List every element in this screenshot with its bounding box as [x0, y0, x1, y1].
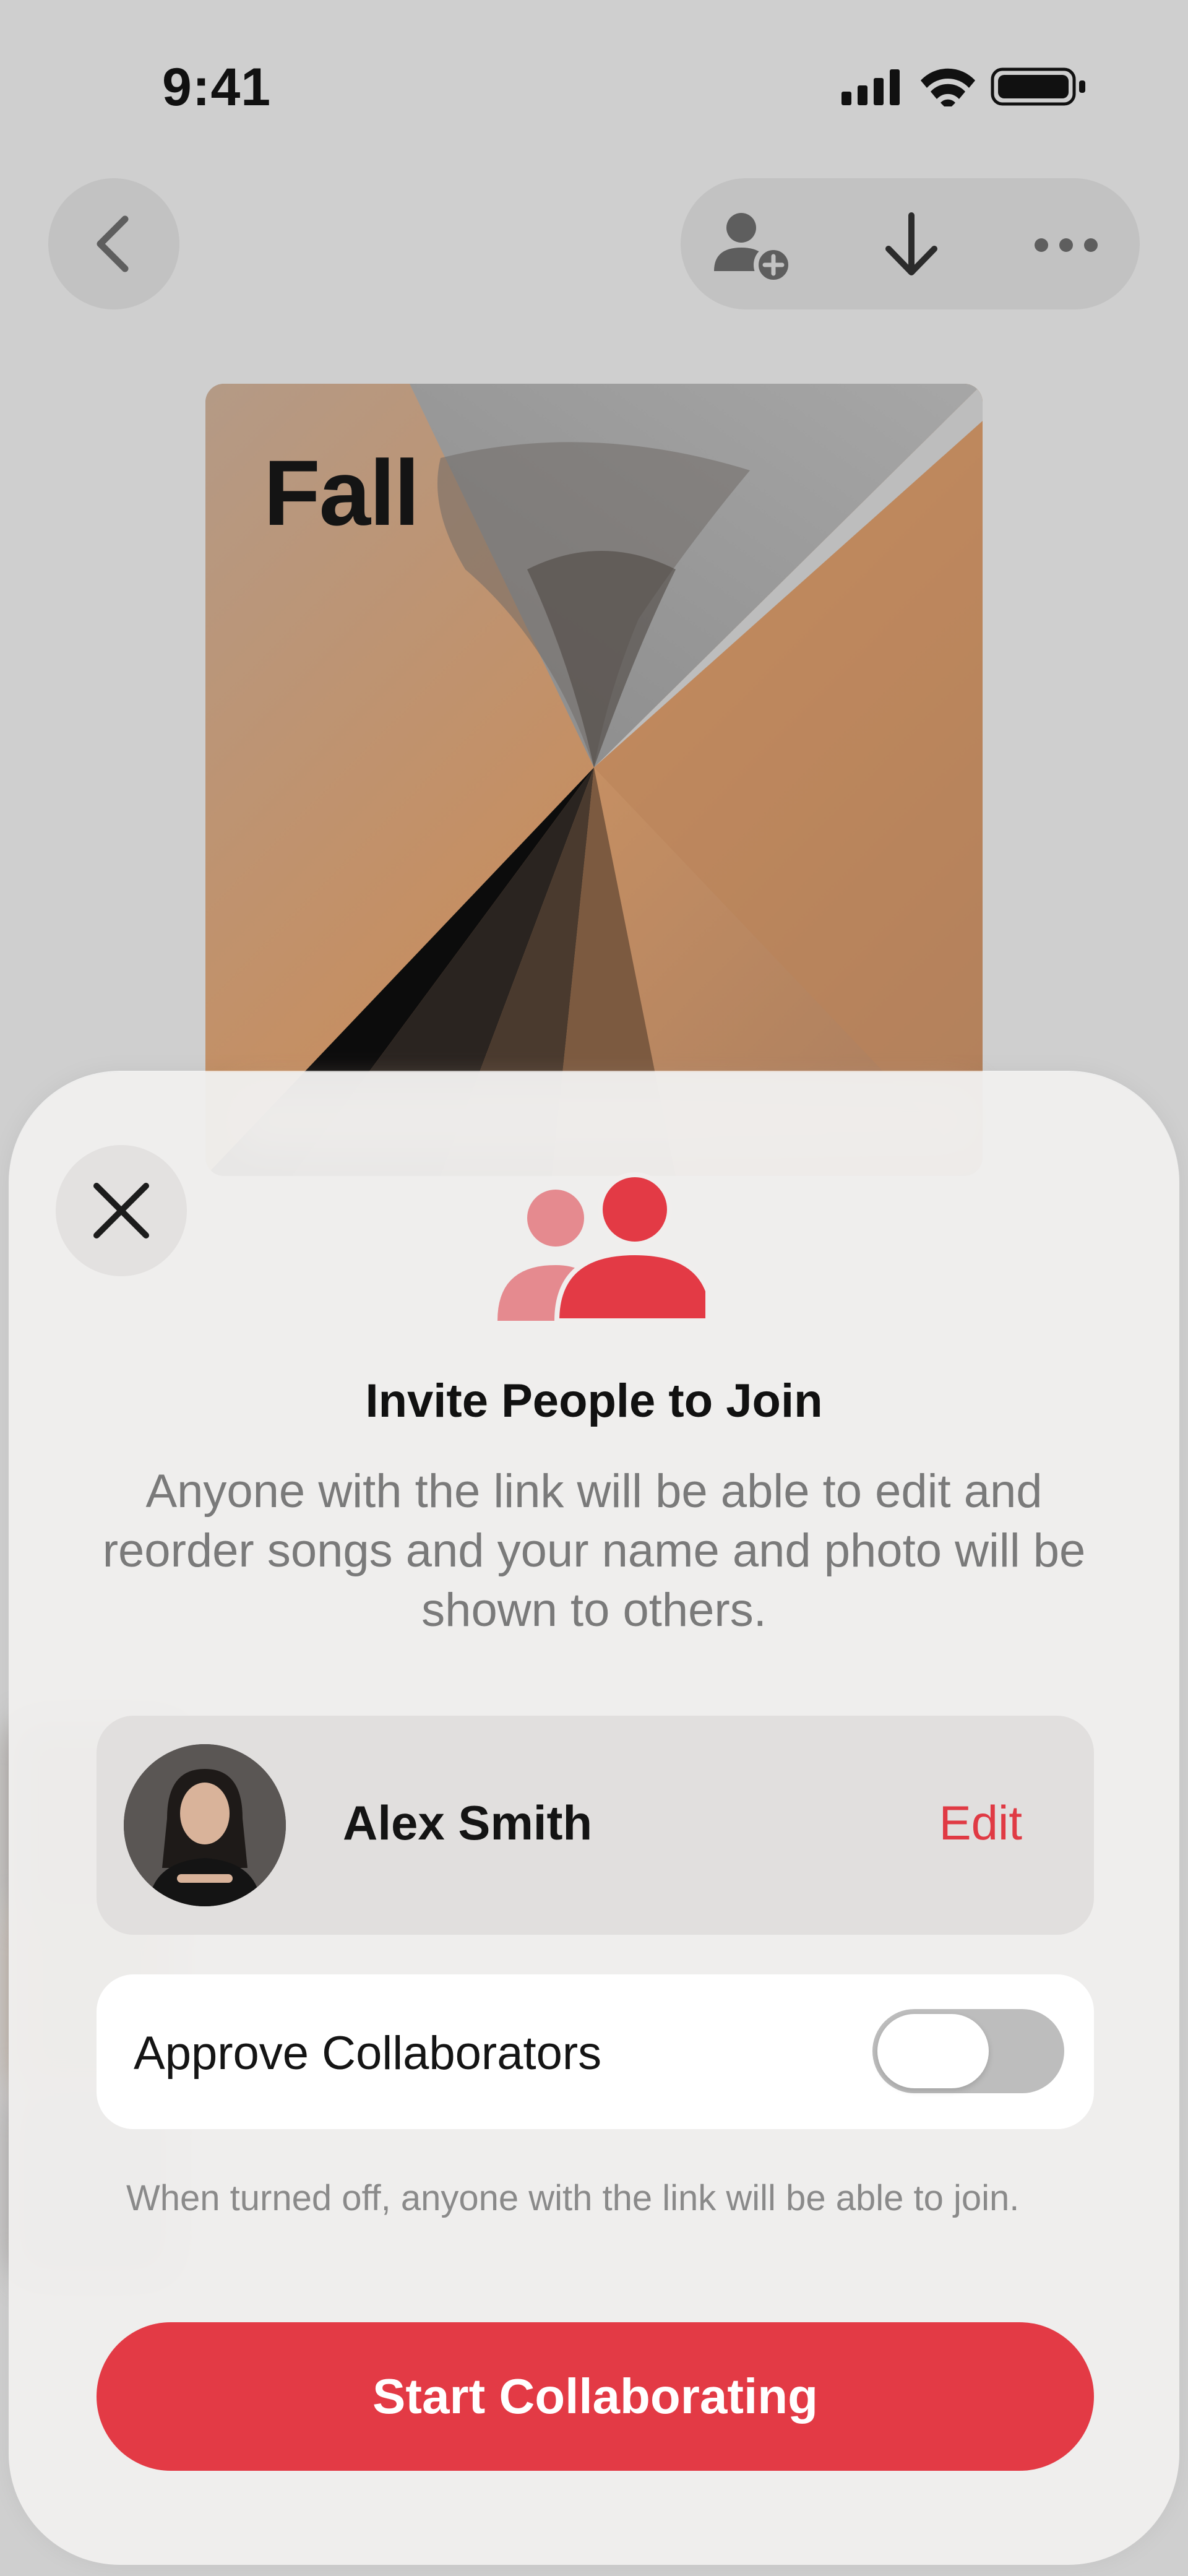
- avatar-photo: [124, 1744, 286, 1906]
- cellular-signal-icon: [842, 69, 900, 105]
- approve-collaborators-row: Approve Collaborators: [97, 1974, 1094, 2129]
- sheet-description: Anyone with the link will be able to edi…: [102, 1465, 1086, 1636]
- people-icon: [497, 1172, 705, 1323]
- start-collaborating-button[interactable]: Start Collaborating: [97, 2322, 1094, 2471]
- status-icons: [842, 67, 1085, 106]
- back-icon: [97, 215, 129, 272]
- approve-collaborators-label: Approve Collaborators: [134, 2027, 602, 2080]
- approve-footnote: When turned off, anyone with the link wi…: [126, 2178, 1020, 2218]
- avatar: [124, 1744, 286, 1906]
- status-bar: 9:41: [0, 0, 1188, 173]
- profile-row: Alex Smith Edit: [97, 1716, 1094, 1935]
- wifi-icon: [921, 68, 975, 106]
- close-button[interactable]: [56, 1145, 187, 1276]
- battery-icon: [991, 67, 1085, 106]
- invite-sheet: Invite People to Join Anyone with the li…: [9, 1072, 1179, 2565]
- edit-link[interactable]: Edit: [939, 1795, 1022, 1851]
- back-button[interactable]: [48, 178, 179, 309]
- add-person-icon[interactable]: [705, 209, 798, 283]
- sheet-title: Invite People to Join: [365, 1375, 823, 1427]
- close-icon: [93, 1183, 149, 1238]
- download-icon[interactable]: [877, 209, 945, 283]
- status-time: 9:41: [162, 58, 272, 117]
- cover-title: Fall: [264, 441, 420, 545]
- playlist-cover: Fall: [205, 384, 983, 1176]
- playlist-actions: [681, 178, 1140, 309]
- profile-name: Alex Smith: [343, 1796, 593, 1850]
- more-icon[interactable]: [1032, 233, 1100, 257]
- approve-collaborators-toggle[interactable]: [872, 2009, 1064, 2093]
- toggle-knob: [877, 2014, 989, 2088]
